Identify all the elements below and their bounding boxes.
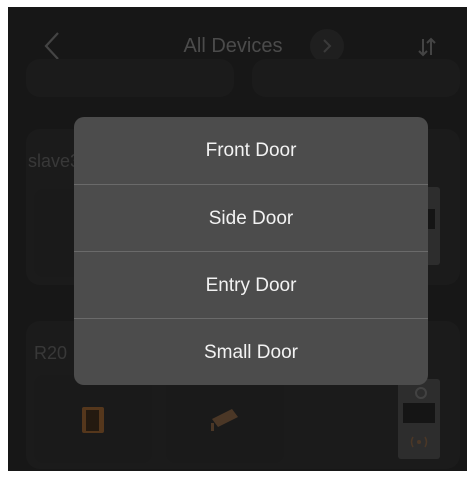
app-screen: All Devices slave3_android_door <box>8 7 467 471</box>
menu-item-side-door[interactable]: Side Door <box>74 185 428 252</box>
menu-item-small-door[interactable]: Small Door <box>74 319 428 385</box>
menu-item-front-door[interactable]: Front Door <box>74 117 428 184</box>
door-selection-menu: Front Door Side Door Entry Door Small Do… <box>74 117 428 385</box>
menu-item-entry-door[interactable]: Entry Door <box>74 252 428 319</box>
